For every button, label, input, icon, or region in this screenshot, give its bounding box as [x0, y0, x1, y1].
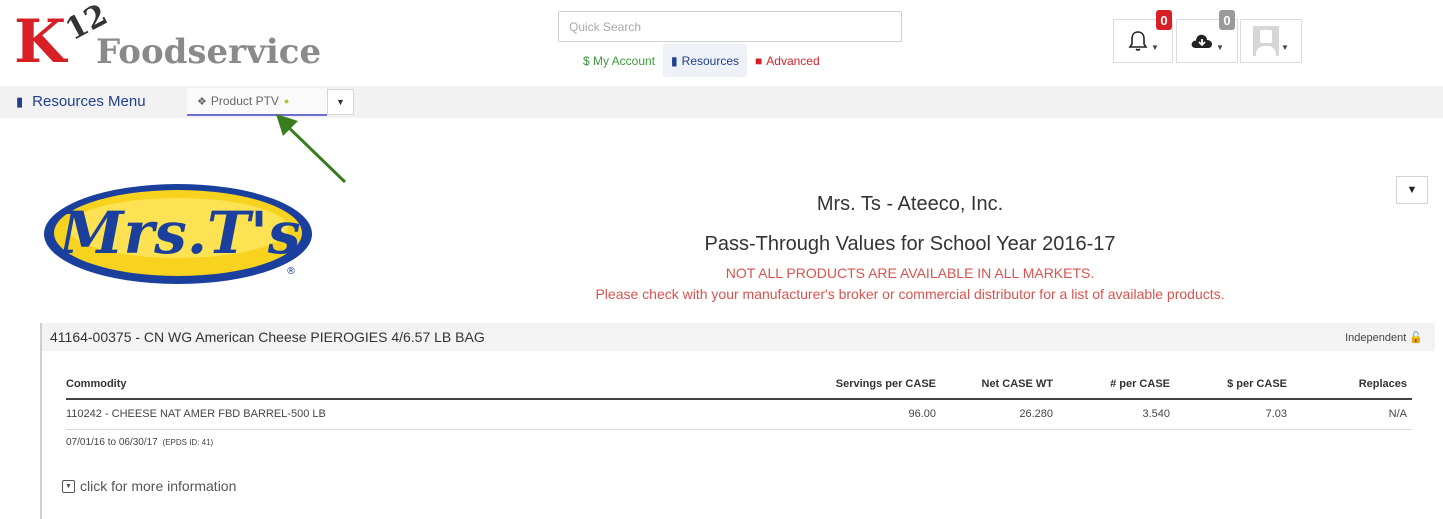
- ptv-subtitle: Pass-Through Values for School Year 2016…: [704, 233, 1116, 255]
- users-icon: ■: [755, 53, 763, 68]
- date-range: 07/01/16 to 06/30/17 (EPDS ID: 41): [66, 437, 213, 448]
- logo-k: K: [14, 7, 66, 77]
- epds-id: (EPDS ID: 41): [162, 438, 214, 447]
- eye-icon: ●: [283, 96, 290, 106]
- k12-logo[interactable]: K 12 ™ Foodservice: [14, 0, 321, 77]
- filter-icon: ▼: [1406, 184, 1418, 196]
- nav-my-account[interactable]: $ My Account: [575, 44, 663, 77]
- nav-resources[interactable]: ▮ Resources: [663, 44, 748, 77]
- chevron-down-icon: ▼: [1151, 42, 1159, 52]
- independent-badge[interactable]: Independent 🔓: [1345, 331, 1423, 345]
- cell-per-case: 3.540: [1058, 399, 1175, 430]
- chevron-down-icon: ▼: [1216, 42, 1224, 52]
- more-info-toggle[interactable]: ▼ click for more information: [62, 478, 236, 494]
- tab-product-ptv-label: Product PTV: [210, 94, 279, 108]
- product-title: 41164-00375 - CN WG American Cheese PIER…: [50, 329, 485, 345]
- book-icon: ▮: [671, 53, 678, 68]
- col-servings: Servings per CASE: [686, 369, 941, 400]
- svg-text:®: ®: [286, 266, 296, 277]
- independent-label: Independent: [1345, 331, 1407, 344]
- cell-servings: 96.00: [686, 399, 941, 430]
- svg-text:Mrs.T's: Mrs.T's: [57, 199, 300, 267]
- logo-tm: ™: [88, 6, 95, 13]
- notifications-button[interactable]: ▼ 0: [1113, 10, 1173, 63]
- product-panel: 41164-00375 - CN WG American Cheese PIER…: [40, 323, 1435, 519]
- col-replaces: Replaces: [1292, 369, 1412, 400]
- cloud-download-icon: [1191, 34, 1213, 48]
- quick-search-input[interactable]: [558, 11, 902, 42]
- download-count-badge: 0: [1219, 10, 1235, 30]
- book-icon: ▮: [16, 93, 24, 109]
- resources-menu-label: Resources Menu: [32, 93, 146, 110]
- nav-advanced[interactable]: ■ Advanced: [747, 44, 828, 77]
- commodity-table: Commodity Servings per CASE Net CASE WT …: [66, 369, 1412, 430]
- top-nav: $ My Account ▮ Resources ■ Advanced: [575, 44, 828, 77]
- col-net-wt: Net CASE WT: [941, 369, 1058, 400]
- col-per-case: # per CASE: [1058, 369, 1175, 400]
- cubes-icon: ❖: [197, 95, 207, 108]
- date-range-text: 07/01/16 to 06/30/17: [66, 437, 158, 448]
- avatar: [1253, 26, 1280, 56]
- bell-icon: [1128, 31, 1148, 51]
- mrs-ts-logo: Mrs.T's ®: [44, 184, 312, 284]
- chevron-down-icon: ▼: [1281, 42, 1289, 52]
- table-row: 110242 - CHEESE NAT AMER FBD BARREL-500 …: [66, 399, 1412, 430]
- cell-net-wt: 26.280: [941, 399, 1058, 430]
- notification-count-badge: 0: [1156, 10, 1172, 30]
- cell-replaces: N/A: [1292, 399, 1412, 430]
- col-commodity: Commodity: [66, 369, 686, 400]
- product-header: 41164-00375 - CN WG American Cheese PIER…: [42, 323, 1435, 351]
- caret-down-icon: ▼: [336, 97, 345, 107]
- resources-subbar: ▮ Resources Menu ❖ Product PTV ● ▼: [0, 86, 1443, 118]
- user-menu-button[interactable]: ▼: [1240, 19, 1302, 63]
- table-header-row: Commodity Servings per CASE Net CASE WT …: [66, 369, 1412, 400]
- more-info-label: click for more information: [80, 478, 237, 494]
- expand-icon: ▼: [62, 479, 75, 493]
- nav-my-account-label: $ My Account: [583, 53, 656, 68]
- distributor-note: Please check with your manufacturer's br…: [595, 286, 1225, 302]
- resources-menu-link[interactable]: ▮ Resources Menu: [16, 93, 146, 110]
- filter-button[interactable]: ▼: [1396, 176, 1428, 204]
- logo-word: Foodservice: [96, 32, 322, 72]
- downloads-button[interactable]: ▼ 0: [1176, 10, 1238, 63]
- nav-resources-label: Resources: [681, 53, 740, 68]
- company-title: Mrs. Ts - Ateeco, Inc.: [816, 193, 1004, 215]
- unlock-icon: 🔓: [1409, 332, 1423, 344]
- availability-warning: NOT ALL PRODUCTS ARE AVAILABLE IN ALL MA…: [725, 265, 1095, 281]
- nav-advanced-label: Advanced: [766, 53, 820, 68]
- cell-commodity: 110242 - CHEESE NAT AMER FBD BARREL-500 …: [66, 399, 686, 430]
- col-dollar-per-case: $ per CASE: [1175, 369, 1292, 400]
- cell-dollar-per-case: 7.03: [1175, 399, 1292, 430]
